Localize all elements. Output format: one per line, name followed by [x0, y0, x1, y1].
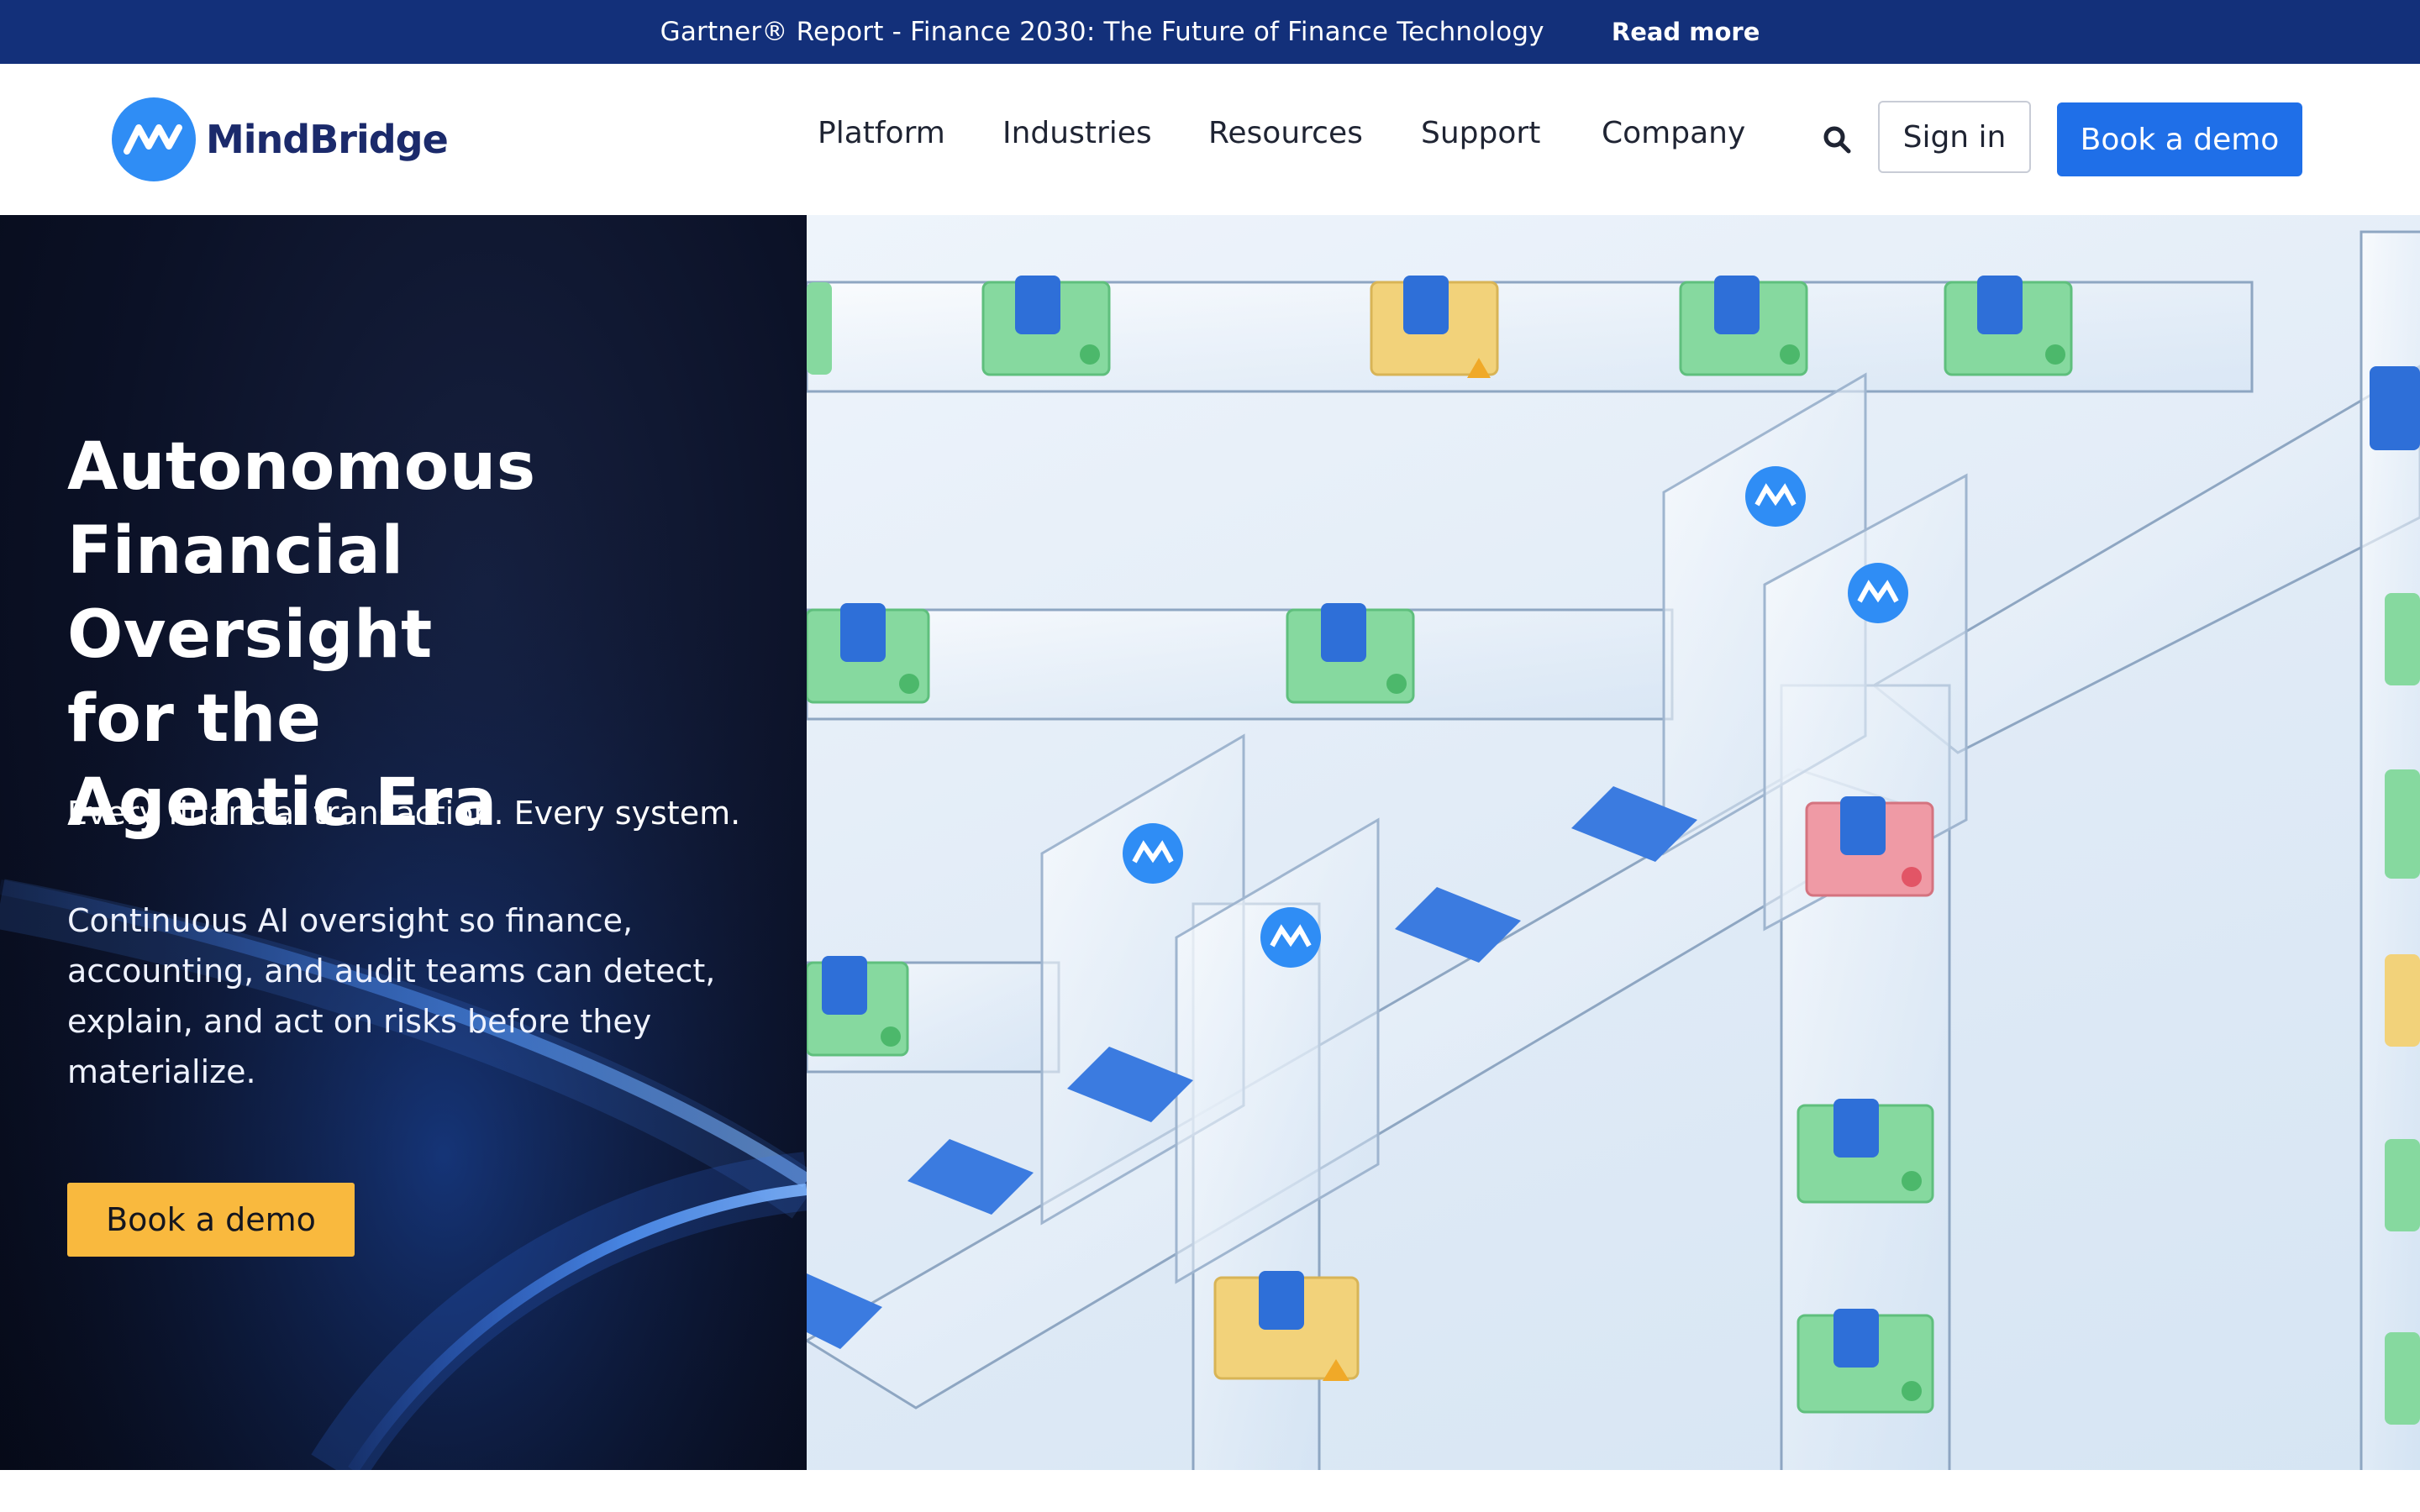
conveyor-belts: [807, 230, 2420, 1470]
header-book-demo-button[interactable]: Book a demo: [2057, 102, 2302, 176]
announcement-bar: Gartner® Report - Finance 2030: The Futu…: [0, 0, 2420, 64]
hero-title-line: Autonomous: [67, 429, 536, 505]
hero-title: Autonomous Financial Oversight for the A…: [67, 425, 756, 845]
hero-description: Continuous AI oversight so finance, acco…: [67, 902, 716, 1090]
sign-in-button[interactable]: Sign in: [1878, 101, 2031, 173]
nav-platform[interactable]: Platform: [818, 116, 945, 150]
page-content-below: [0, 1470, 2420, 1512]
brand-name: MindBridge: [206, 117, 449, 162]
search-button[interactable]: [1820, 123, 1854, 156]
nav-support[interactable]: Support: [1421, 116, 1540, 150]
hero-title-line: for the: [67, 681, 322, 757]
hero-subtitle: Every financial transaction. Every syste…: [67, 795, 741, 832]
nav-company[interactable]: Company: [1602, 116, 1745, 150]
mindbridge-logo-icon: [112, 97, 196, 181]
hero-illustration: [807, 215, 2420, 1470]
search-icon: [1823, 126, 1851, 154]
nav-industries[interactable]: Industries: [1002, 116, 1152, 150]
brand-logo[interactable]: MindBridge: [112, 97, 449, 181]
conveyor-illustration: [807, 230, 2420, 1470]
read-more-link[interactable]: Read more: [1612, 18, 1760, 46]
hero-panel: Autonomous Financial Oversight for the A…: [0, 215, 807, 1470]
hero-book-demo-button[interactable]: Book a demo: [67, 1183, 355, 1257]
announcement-message: Gartner® Report - Finance 2030: The Futu…: [660, 17, 1544, 47]
nav-resources[interactable]: Resources: [1208, 116, 1363, 150]
hero-title-line: Financial Oversight: [67, 513, 433, 673]
